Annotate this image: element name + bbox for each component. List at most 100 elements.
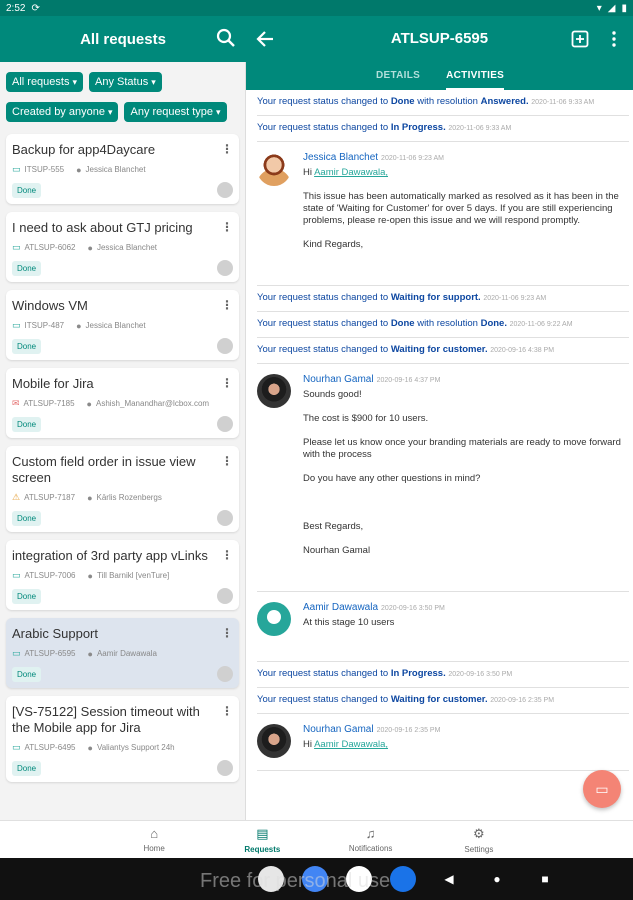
timestamp: 2020-11-06 9:23 AM: [483, 295, 547, 302]
status-text: with resolution: [414, 96, 481, 107]
more-options-icon[interactable]: ⋮: [221, 298, 233, 312]
request-reporter: Ashish_Manandhar@lcbox.com: [95, 399, 210, 408]
recents-icon[interactable]: ■: [530, 872, 560, 886]
chevron-down-icon: ▾: [107, 106, 113, 117]
status-value: Waiting for customer.: [390, 694, 488, 705]
comment-entry: Jessica Blanchet 2020-11-06 9:23 AM Hi Aa…: [257, 142, 629, 286]
nav-label: Settings: [464, 844, 494, 854]
home-button-icon[interactable]: ●: [482, 872, 512, 886]
status-badge: Done: [12, 261, 42, 276]
resolution-value: Done.: [480, 318, 507, 329]
request-card-selected[interactable]: Arabic Support ⋮ ▭ ATLSUP-6595 ● Aamir Dawa…: [6, 618, 239, 688]
timestamp: 2020-11-06 9:23 AM: [381, 155, 444, 162]
bell-icon: ♫: [365, 826, 376, 841]
more-options-icon[interactable]: [611, 30, 617, 48]
status-value: In Progress.: [390, 122, 446, 133]
filter-type-dropdown[interactable]: Any request type ▾: [124, 102, 227, 122]
comment-author[interactable]: Nourhan Gamal: [303, 724, 374, 735]
filter-requests-dropdown[interactable]: All requests ▾: [6, 72, 84, 92]
request-key: ATLSUP-7185: [23, 399, 75, 408]
comment-text: Hi: [303, 739, 315, 750]
status-text: Your request status changed to: [257, 344, 391, 355]
camera-icon[interactable]: [390, 866, 416, 892]
person-icon: ●: [87, 742, 93, 753]
request-title: Custom field order in issue view screen: [12, 454, 196, 485]
tab-details[interactable]: DETAILS: [376, 62, 420, 90]
status-text: Your request status changed to: [257, 318, 391, 329]
detail-header: ATLSUP-6595: [246, 16, 633, 62]
status-value: Done: [390, 96, 415, 107]
request-title: I need to ask about GTJ pricing: [12, 220, 193, 235]
status-change-entry: Your request status changed to Waiting f…: [257, 338, 629, 364]
comment-entry: Nourhan Gamal 2020-09-16 2:35 PM Hi Aamir…: [257, 714, 629, 771]
person-icon: ●: [87, 570, 93, 581]
nav-requests[interactable]: ▤ Requests: [232, 821, 292, 858]
nav-notifications[interactable]: ♫ Notifications: [341, 821, 401, 858]
user-mention[interactable]: Aamir Dawawala,: [314, 739, 388, 750]
request-card[interactable]: Custom field order in issue view screen …: [6, 446, 239, 532]
more-options-icon[interactable]: ⋮: [221, 704, 233, 718]
page-title: All requests: [80, 30, 166, 48]
watermark: Free for personal use: [200, 870, 391, 892]
comment-icon: ▭: [595, 780, 609, 797]
back-icon[interactable]: ◀: [434, 872, 464, 886]
tab-activities[interactable]: ACTIVITIES: [446, 62, 505, 90]
status-badge: Done: [12, 761, 42, 776]
comment-text: Sounds good!: [303, 389, 362, 400]
detail-tabs: DETAILS ACTIVITIES: [246, 62, 633, 90]
add-panel-icon[interactable]: [571, 30, 589, 48]
comment-author[interactable]: Jessica Blanchet: [303, 152, 378, 163]
comment-author[interactable]: Nourhan Gamal: [303, 374, 374, 385]
person-icon: ●: [87, 242, 93, 253]
user-mention[interactable]: Aamir Dawawala,: [314, 167, 388, 178]
more-options-icon[interactable]: ⋮: [221, 548, 233, 562]
request-list: Backup for app4Daycare ⋮ ▭ ITSUP-555 ● Jess…: [0, 132, 245, 782]
request-card[interactable]: Windows VM ⋮ ▭ ITSUP-487 ● Jessica Blanchet…: [6, 290, 239, 360]
person-icon: ●: [76, 164, 82, 175]
avatar: [257, 724, 291, 758]
request-key: ATLSUP-6495: [24, 743, 76, 752]
nav-home[interactable]: ⌂ Home: [124, 821, 184, 858]
status-change-entry: Your request status changed to Waiting f…: [257, 688, 629, 714]
more-options-icon[interactable]: ⋮: [221, 626, 233, 640]
request-card[interactable]: Backup for app4Daycare ⋮ ▭ ITSUP-555 ● Jess…: [6, 134, 239, 204]
wifi-icon: ▾: [596, 2, 602, 14]
person-icon: ●: [86, 398, 92, 409]
request-card[interactable]: [VS-75122] Session timeout with the Mobi…: [6, 696, 239, 782]
comment-author[interactable]: Aamir Dawawala: [303, 602, 378, 613]
search-icon[interactable]: [216, 28, 236, 48]
nav-settings[interactable]: ⚙ Settings: [449, 821, 509, 858]
avatar: [257, 152, 291, 186]
status-text: Your request status changed to: [257, 122, 391, 133]
request-reporter: Jessica Blanchet: [85, 165, 146, 174]
more-options-icon[interactable]: ⋮: [221, 376, 233, 390]
request-title: Arabic Support: [12, 626, 98, 641]
filter-creator-dropdown[interactable]: Created by anyone ▾: [6, 102, 119, 122]
comment-icon: [217, 588, 233, 604]
request-card[interactable]: integration of 3rd party app vLinks ⋮ ▭ A…: [6, 540, 239, 610]
filter-status-dropdown[interactable]: Any Status ▾: [89, 72, 162, 92]
request-card[interactable]: I need to ask about GTJ pricing ⋮ ▭ ATLSU…: [6, 212, 239, 282]
request-key: ATLSUP-7006: [24, 571, 76, 580]
comment-text: Kind Regards,: [303, 239, 364, 250]
comment-icon: [217, 760, 233, 776]
mail-icon: ✉: [12, 398, 20, 408]
comment-icon: [217, 182, 233, 198]
chevron-down-icon: ▾: [216, 106, 221, 117]
nav-label: Requests: [244, 844, 281, 854]
status-text: Your request status changed to: [257, 292, 391, 303]
warning-icon: ⚠: [12, 492, 21, 502]
request-card[interactable]: Mobile for Jira ⋮ ✉ ATLSUP-7185 ● Ashish_Ma…: [6, 368, 239, 438]
more-options-icon[interactable]: ⋮: [221, 142, 233, 156]
timestamp: 2020-11-06 9:33 AM: [531, 99, 595, 106]
timestamp: 2020-09-16 4:38 PM: [490, 347, 555, 354]
chevron-down-icon: ▾: [72, 76, 78, 87]
status-value: Waiting for customer.: [390, 344, 488, 355]
add-comment-button[interactable]: ▭: [583, 770, 621, 808]
request-type-icon: ▭: [12, 648, 21, 658]
battery-icon: ▮: [621, 2, 627, 14]
more-options-icon[interactable]: ⋮: [221, 454, 233, 468]
more-options-icon[interactable]: ⋮: [221, 220, 233, 234]
avatar: [257, 602, 291, 636]
status-badge: Done: [12, 183, 42, 198]
